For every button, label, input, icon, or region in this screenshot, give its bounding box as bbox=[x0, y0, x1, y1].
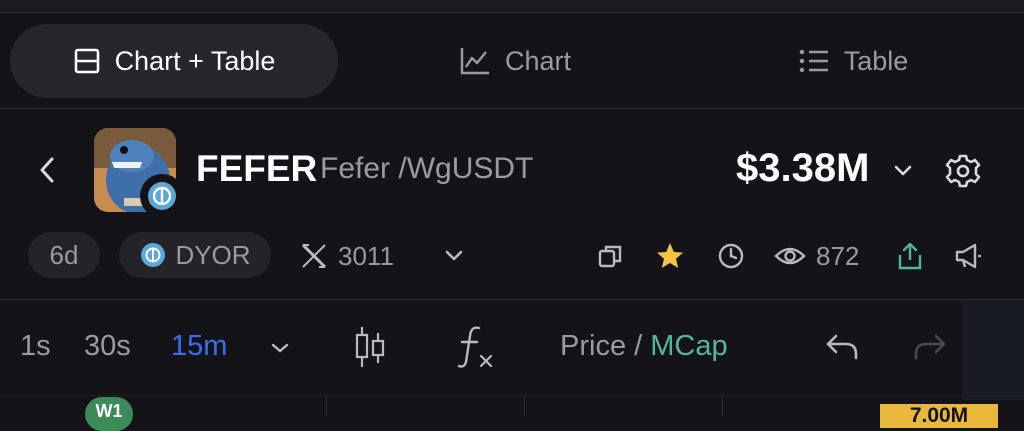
age-label: 6d bbox=[49, 239, 79, 270]
undo-icon[interactable] bbox=[822, 322, 862, 372]
gear-icon[interactable] bbox=[940, 148, 986, 194]
timeframe-chevron-icon[interactable] bbox=[266, 334, 294, 362]
share-icon[interactable] bbox=[890, 236, 930, 276]
divider bbox=[0, 299, 1024, 300]
eye-icon bbox=[774, 244, 806, 268]
chevron-left-icon bbox=[40, 157, 54, 183]
toolbar-edge-fade bbox=[962, 300, 1024, 400]
chart-top-divider bbox=[0, 395, 1024, 396]
clock-icon[interactable] bbox=[711, 236, 751, 276]
x-logo-icon bbox=[300, 242, 328, 270]
divider bbox=[0, 108, 1024, 109]
week-marker-label: W1 bbox=[95, 401, 123, 421]
line-chart-icon bbox=[459, 46, 491, 76]
views-count: 872 bbox=[774, 236, 859, 276]
dyor-icon bbox=[139, 241, 167, 269]
back-button[interactable] bbox=[30, 150, 64, 190]
views-value: 872 bbox=[816, 240, 860, 271]
price-label: Price bbox=[560, 330, 627, 362]
price-mcap-toggle[interactable]: Price / MCap bbox=[560, 330, 728, 363]
tab-table[interactable]: Table bbox=[780, 24, 926, 98]
price-axis-tag: 7.00M bbox=[880, 404, 998, 428]
mcap-label: MCap bbox=[650, 330, 728, 362]
market-cap-value[interactable]: $3.38M bbox=[736, 146, 869, 191]
tab-label: Chart bbox=[504, 45, 572, 76]
toggle-divider: / bbox=[634, 330, 643, 362]
tab-chart[interactable]: Chart bbox=[440, 24, 590, 98]
copy-icon[interactable] bbox=[590, 236, 630, 276]
age-badge: 6d bbox=[28, 232, 100, 278]
list-icon bbox=[798, 47, 830, 75]
timeframe-15m[interactable]: 15m bbox=[171, 330, 227, 363]
expand-chevron-icon[interactable] bbox=[434, 236, 474, 276]
week-marker-badge[interactable]: W1 bbox=[85, 397, 133, 431]
timeframe-1s[interactable]: 1s bbox=[20, 330, 51, 363]
x-followers[interactable]: 3011 bbox=[300, 236, 394, 276]
chain-badge-icon bbox=[140, 174, 184, 218]
tab-chart-table[interactable]: Chart + Table bbox=[10, 24, 338, 98]
indicators-fx-icon[interactable] bbox=[456, 322, 498, 372]
price-axis-value: 7.00M bbox=[909, 404, 969, 427]
redo-icon[interactable] bbox=[910, 322, 950, 372]
x-count: 3011 bbox=[338, 240, 394, 271]
top-strip bbox=[0, 0, 1024, 13]
token-symbol: FEFER bbox=[196, 148, 318, 189]
grid-line bbox=[722, 396, 723, 416]
dyor-label: DYOR bbox=[175, 239, 251, 270]
tab-label: Table bbox=[843, 45, 909, 76]
candlestick-icon[interactable] bbox=[350, 322, 390, 372]
timeframe-30s[interactable]: 30s bbox=[84, 330, 131, 363]
token-pair: Fefer /WgUSDT bbox=[320, 152, 534, 185]
tab-label: Chart + Table bbox=[114, 45, 276, 76]
grid-line bbox=[326, 396, 327, 416]
star-icon[interactable] bbox=[650, 236, 690, 276]
view-tabs: Chart + Table Chart Table bbox=[0, 13, 1024, 108]
dyor-chip[interactable]: DYOR bbox=[119, 232, 271, 278]
split-layout-icon bbox=[73, 47, 101, 75]
megaphone-icon[interactable] bbox=[948, 236, 988, 276]
chevron-down-icon[interactable] bbox=[890, 158, 916, 184]
grid-line bbox=[524, 396, 525, 416]
